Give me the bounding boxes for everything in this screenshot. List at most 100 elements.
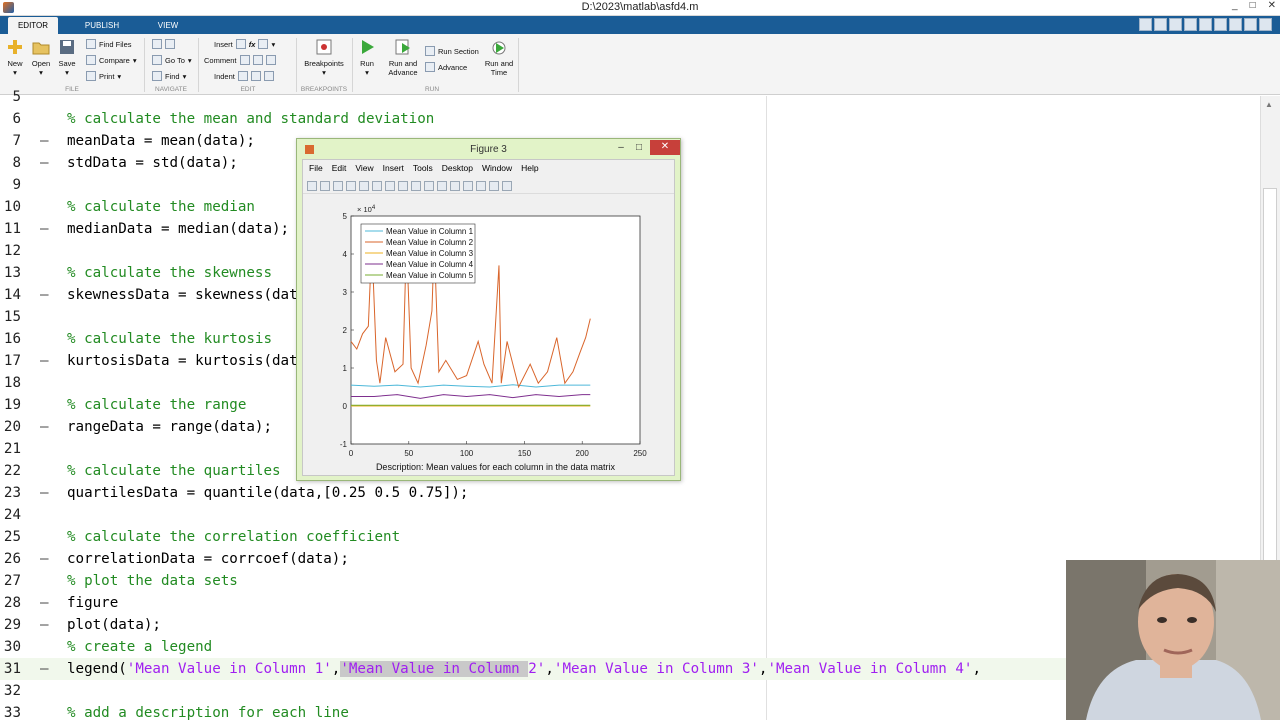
code-text: rangeData = range(data);: [67, 416, 272, 438]
code-line[interactable]: 25 % calculate the correlation coefficien…: [0, 526, 1260, 548]
qat-paste-icon[interactable]: [1184, 18, 1197, 31]
comment-icon: [239, 55, 250, 65]
code-text: figure: [67, 592, 118, 614]
line-number: 29: [3, 617, 21, 633]
qat-cut-icon[interactable]: [1154, 18, 1167, 31]
code-line[interactable]: 23 – quartilesData = quantile(data,[0.25 0…: [0, 482, 1260, 504]
qat-switch-windows-icon[interactable]: [1229, 18, 1242, 31]
run-and-time-button[interactable]: Run and Time: [482, 39, 516, 77]
qat-undo-icon[interactable]: [1199, 18, 1212, 31]
y-tick-label: 5: [343, 212, 348, 221]
breakpoint-marker[interactable]: –: [40, 416, 49, 438]
legend-entry: Mean Value in Column 1: [386, 227, 474, 236]
insert-button[interactable]: Insert fx ▾: [214, 39, 275, 49]
code-token: % add a description for each line: [67, 705, 349, 720]
run-advance-icon: [395, 39, 410, 55]
code-token: % calculate the skewness: [67, 265, 272, 281]
back-forward-buttons[interactable]: [152, 39, 175, 49]
figure-plot[interactable]: 0 50 100 150 200 250-1012345× 104Description:…: [303, 160, 676, 477]
save-button[interactable]: Save ▾: [56, 39, 78, 77]
breakpoint-marker[interactable]: –: [40, 130, 49, 152]
window-title-bar: D:\2023\matlab\asfd4.m _ □ ✕: [0, 0, 1280, 16]
new-plus-icon: [8, 40, 22, 54]
qat-redo-icon[interactable]: [1214, 18, 1227, 31]
go-to-button[interactable]: Go To ▾: [152, 55, 192, 65]
tab-editor[interactable]: EDITOR: [8, 17, 58, 34]
breakpoint-marker[interactable]: –: [40, 482, 49, 504]
group-separator: [518, 38, 519, 92]
close-button[interactable]: ✕: [1268, 0, 1276, 11]
breakpoints-button[interactable]: Breakpoints ▾: [302, 39, 346, 77]
floppy-icon: [60, 40, 74, 54]
tab-view[interactable]: VIEW: [140, 17, 196, 34]
code-text: plot(data);: [67, 614, 161, 636]
figure-maximize-button[interactable]: □: [630, 137, 648, 158]
figure-close-button[interactable]: ✕: [650, 139, 680, 155]
compare-button[interactable]: Compare ▾: [86, 55, 137, 65]
code-token: meanData = mean(data);: [67, 133, 255, 149]
breakpoint-marker[interactable]: –: [40, 548, 49, 570]
code-text: % create a legend: [67, 636, 212, 658]
function-list-icon: [258, 39, 269, 49]
line-number: 30: [3, 639, 21, 655]
line-number: 25: [3, 529, 21, 545]
code-text: quartilesData = quantile(data,[0.25 0.5 …: [67, 482, 468, 504]
breakpoint-marker[interactable]: –: [40, 350, 49, 372]
advance-button[interactable]: Advance: [425, 62, 467, 72]
scrollbar-thumb[interactable]: [1263, 188, 1277, 578]
code-text: % calculate the median: [67, 196, 255, 218]
x-tick-label: 250: [633, 449, 647, 458]
maximize-button[interactable]: □: [1250, 0, 1256, 11]
scroll-up-icon[interactable]: ▲: [1265, 100, 1273, 109]
code-token: kurtosisData = kurtosis(data);: [67, 353, 324, 369]
open-button[interactable]: Open ▾: [30, 39, 52, 77]
find-button[interactable]: Find ▾: [152, 71, 186, 81]
forward-arrow-icon: [165, 39, 175, 49]
y-axis-multiplier: × 104: [357, 205, 376, 214]
figure-icon: [305, 145, 314, 154]
decrease-indent-icon: [263, 71, 274, 81]
code-token: ,: [545, 661, 554, 677]
x-tick-label: 200: [576, 449, 590, 458]
line-number: 16: [3, 331, 21, 347]
code-line[interactable]: 24: [0, 504, 1260, 526]
smart-indent-icon: [237, 71, 248, 81]
breakpoint-marker[interactable]: –: [40, 658, 49, 680]
code-line[interactable]: 6 % calculate the mean and standard devia…: [0, 108, 1260, 130]
run-and-advance-button[interactable]: Run and Advance: [384, 39, 422, 77]
code-text: skewnessData = skewness(data);: [67, 284, 323, 306]
figure-minimize-button[interactable]: –: [612, 137, 630, 158]
code-line[interactable]: 5: [0, 86, 1260, 108]
code-text: kurtosisData = kurtosis(data);: [67, 350, 323, 372]
breakpoint-marker[interactable]: –: [40, 614, 49, 636]
breakpoint-marker[interactable]: –: [40, 152, 49, 174]
comment-button[interactable]: Comment: [204, 55, 276, 65]
new-button[interactable]: New ▾: [4, 39, 26, 77]
run-section-button[interactable]: Run Section: [425, 46, 479, 56]
y-tick-label: 3: [343, 288, 348, 297]
code-token: 2': [528, 661, 546, 677]
webcam-overlay: [1066, 560, 1280, 720]
qat-copy-icon[interactable]: [1169, 18, 1182, 31]
qat-save-icon[interactable]: [1139, 18, 1152, 31]
find-files-button[interactable]: Find Files: [86, 39, 132, 49]
code-text: % plot the data sets: [67, 570, 238, 592]
line-number: 12: [3, 243, 21, 259]
qat-help-icon[interactable]: [1244, 18, 1257, 31]
breakpoint-marker[interactable]: –: [40, 284, 49, 306]
qat-expand-icon[interactable]: [1259, 18, 1272, 31]
run-button[interactable]: Run ▾: [356, 39, 378, 77]
print-button[interactable]: Print ▾: [86, 71, 121, 81]
code-token: plot(data);: [67, 617, 161, 633]
code-text: stdData = std(data);: [67, 152, 238, 174]
breakpoint-marker[interactable]: –: [40, 592, 49, 614]
breakpoint-marker[interactable]: –: [40, 218, 49, 240]
code-token: % plot the data sets: [67, 573, 238, 589]
indent-button[interactable]: Indent: [214, 71, 274, 81]
minimize-button[interactable]: _: [1232, 0, 1238, 11]
x-tick-label: 100: [460, 449, 474, 458]
tab-publish[interactable]: PUBLISH: [70, 17, 134, 34]
line-number: 14: [3, 287, 21, 303]
figure-window[interactable]: Figure 3 – □ ✕ File Edit View Insert Too…: [296, 138, 681, 481]
fx-icon[interactable]: fx: [249, 40, 256, 49]
